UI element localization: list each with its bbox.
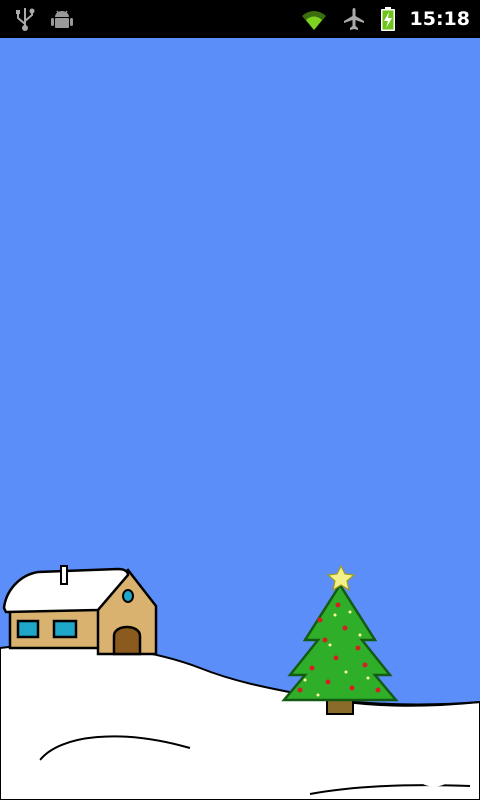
messaging-icon xyxy=(309,740,363,786)
dock-messaging[interactable] xyxy=(306,732,366,792)
wifi-icon xyxy=(301,11,326,30)
phone-icon xyxy=(25,742,68,786)
usb-icon xyxy=(16,8,35,31)
status-bar[interactable]: 15:18 xyxy=(0,0,480,38)
browser-icon xyxy=(409,737,459,787)
clock: 15:18 xyxy=(409,8,470,30)
winter-wallpaper xyxy=(0,38,480,800)
dock-phone[interactable] xyxy=(16,732,76,792)
system-icons: 15:18 xyxy=(300,6,470,32)
dock-browser[interactable] xyxy=(404,732,464,792)
android-debug-icon xyxy=(51,10,73,28)
airplane-mode-icon xyxy=(343,8,364,30)
notification-icons xyxy=(14,6,74,32)
house xyxy=(2,565,158,656)
contacts-icon xyxy=(118,739,166,788)
dock-contacts[interactable] xyxy=(112,732,172,792)
battery-charging-icon xyxy=(380,7,395,31)
dock xyxy=(0,726,480,800)
app-drawer-icon xyxy=(216,738,264,786)
dock-app-drawer[interactable] xyxy=(210,732,270,792)
